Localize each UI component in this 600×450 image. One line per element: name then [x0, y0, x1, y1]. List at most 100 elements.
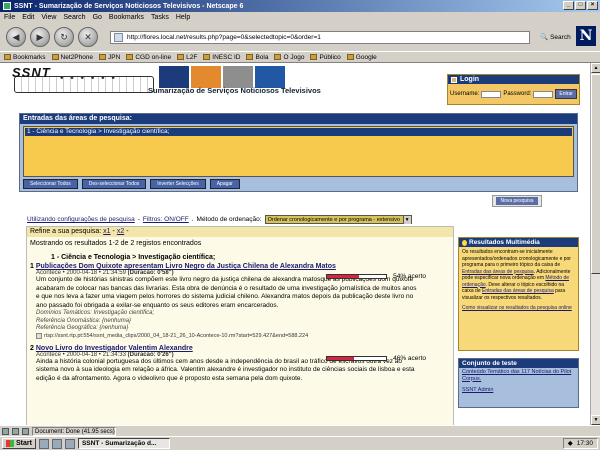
bookmark-item[interactable]: Bookmarks [4, 54, 46, 61]
refine-dash: - [126, 228, 129, 235]
bookmark-item[interactable]: INESC ID [203, 54, 240, 61]
color-block [223, 66, 253, 88]
sort-method-value: Ordenar cronologicamente e por programa … [267, 217, 400, 223]
media-icon [36, 332, 42, 339]
site-header: SSNT • • • • • • Sumarização de Serviços… [0, 63, 590, 105]
entradas-link[interactable]: Entradas das áreas de pesquisa [482, 288, 554, 294]
bookmark-icon [126, 54, 134, 60]
menu-help[interactable]: Help [176, 14, 190, 21]
stop-icon[interactable]: ✕ [78, 27, 98, 47]
password-input[interactable] [533, 90, 554, 98]
taskbar-item-netscape[interactable]: SSNT - Sumarização d... [77, 438, 170, 449]
color-block [191, 66, 221, 88]
search-config-link[interactable]: Utilizando configurações de pesquisa [27, 216, 135, 223]
bookmark-item[interactable]: Bola [246, 54, 268, 61]
scroll-up-icon[interactable]: ▲ [591, 63, 600, 73]
bookmark-item[interactable]: Net2Phone [51, 54, 93, 61]
search-button[interactable]: 🔍 Search [540, 33, 571, 42]
status-text: Document: Done (41.95 secs) [32, 426, 116, 436]
list-item: 1 Publicações Dom Quixote apresentam Liv… [27, 263, 453, 339]
chevron-down-icon: ▼ [402, 216, 411, 224]
bookmark-icon [310, 54, 318, 60]
new-search-button[interactable]: Nova pesquisa [496, 197, 538, 205]
forward-icon[interactable]: ▶ [30, 27, 50, 47]
media-url-text: rtsp://ssnt.rtp.pt:554/ssnt_media_clips/… [44, 332, 309, 339]
result-link[interactable]: Novo Livro do Investigador Valentim Alex… [36, 345, 193, 352]
back-icon[interactable]: ◀ [6, 27, 26, 47]
quicklaunch-icon[interactable] [38, 438, 49, 449]
quicklaunch-icon[interactable] [51, 438, 62, 449]
menu-tasks[interactable]: Tasks [151, 14, 169, 21]
pilot-corpus-link[interactable]: Conteúdo Temático das 117 Notícias do Pi… [459, 368, 578, 383]
results-panel: Refine a sua pesquisa: x1 - x2 - Mostran… [26, 226, 454, 425]
relevance-bar [326, 274, 388, 279]
bookmark-item[interactable]: Público [310, 54, 341, 61]
login-button[interactable]: Entrar [555, 89, 577, 99]
quicklaunch-icon[interactable] [64, 438, 75, 449]
bookmark-icon [274, 54, 282, 60]
search-areas-list[interactable]: 1 - Ciência e Tecnologia > Investigação … [23, 126, 574, 177]
result-onomastic: Referência Onomástica: {nenhuma} [36, 317, 132, 324]
deselect-all-button[interactable]: Des-seleccionar Todos [81, 179, 147, 189]
maximize-button[interactable]: □ [575, 1, 586, 10]
filters-link[interactable]: Filtros: ON/OFF [143, 216, 189, 223]
navigation-toolbar: ◀ ▶ ↻ ✕ http://flores.local.net/results.… [0, 23, 600, 51]
bookmark-item[interactable]: CGD on-line [126, 54, 171, 61]
refine-x2-link[interactable]: x2 [117, 228, 124, 235]
result-link[interactable]: Publicações Dom Quixote apresentam Livro… [36, 263, 336, 270]
scroll-thumb[interactable] [591, 74, 600, 274]
username-label: Username: [450, 91, 480, 97]
bookmark-icon [177, 54, 185, 60]
entradas-link[interactable]: Entradas das áreas de pesquisa [462, 269, 534, 275]
result-number: 1 [30, 263, 34, 270]
username-input[interactable] [481, 90, 502, 98]
url-field[interactable]: http://flores.local.net/results.php?page… [110, 30, 530, 44]
refine-x1-link[interactable]: x1 [103, 228, 110, 235]
result-number: 2 [30, 344, 34, 352]
list-item[interactable]: 1 - Ciência e Tecnologia > Investigação … [25, 128, 572, 136]
select-all-button[interactable]: Seleccionar Todos [23, 179, 78, 189]
start-button[interactable]: Start [2, 438, 36, 449]
online-view-help-link[interactable]: Como visualizar os resultados da pesquis… [462, 305, 572, 311]
sort-method-select[interactable]: Ordenar cronologicamente e por programa … [264, 215, 412, 224]
bookmark-item[interactable]: O Jogo [274, 54, 304, 61]
close-button[interactable]: × [587, 1, 598, 10]
reload-icon[interactable]: ↻ [54, 27, 74, 47]
options-separator: - [137, 216, 140, 223]
bookmark-icon [346, 54, 354, 60]
bookmark-icon [246, 54, 254, 60]
menu-edit[interactable]: Edit [22, 14, 34, 21]
logo-dots: • • • • • • [60, 73, 117, 84]
menu-search[interactable]: Search [63, 14, 85, 21]
bookmark-item[interactable]: JPN [99, 54, 120, 61]
relevance-fill [327, 356, 355, 360]
site-logo[interactable]: SSNT [12, 65, 51, 80]
relevance-fill [327, 275, 359, 278]
menu-bookmarks[interactable]: Bookmarks [109, 14, 144, 21]
status-bar: Document: Done (41.95 secs) [0, 425, 600, 436]
scroll-down-icon[interactable]: ▼ [591, 415, 600, 425]
delete-button[interactable]: Apagar [209, 179, 240, 189]
result-date: Acontece • 2000-04-18 • 21:34:33 [36, 351, 126, 358]
sort-method-label: Método de ordenação: [196, 216, 262, 223]
password-label: Password: [503, 91, 532, 97]
vertical-scrollbar[interactable]: ▲ ▼ [590, 63, 600, 425]
result-media-url[interactable]: rtsp://ssnt.rtp.pt:554/ssnt_media_clips/… [30, 332, 453, 339]
relevance-label: 54% acerto [393, 273, 426, 280]
menu-file[interactable]: File [4, 14, 15, 21]
menu-go[interactable]: Go [93, 14, 102, 21]
multimedia-header: Resultados Multimédia [459, 238, 578, 247]
search-areas-buttons: Seleccionar Todos Des-seleccionar Todos … [23, 179, 240, 189]
result-thematic: Domínios Temáticos: Investigação científ… [36, 310, 155, 316]
minimize-button[interactable]: _ [563, 1, 574, 10]
search-icon: 🔍 [540, 34, 549, 41]
bookmarks-toolbar: Bookmarks Net2Phone JPN CGD on-line L2F … [0, 51, 600, 63]
results-topic: 1 - Ciência e Tecnologia > Investigação … [51, 254, 216, 261]
bookmark-item[interactable]: Google [346, 54, 377, 61]
bookmark-item[interactable]: L2F [177, 54, 197, 61]
invert-selection-button[interactable]: Inverter Selecções [150, 179, 206, 189]
menu-view[interactable]: View [41, 14, 56, 21]
netscape-logo-icon: N [576, 26, 596, 46]
tray-icon[interactable]: ◆ [568, 439, 573, 449]
ssnt-admin-link[interactable]: SSNT Admin [459, 386, 578, 395]
